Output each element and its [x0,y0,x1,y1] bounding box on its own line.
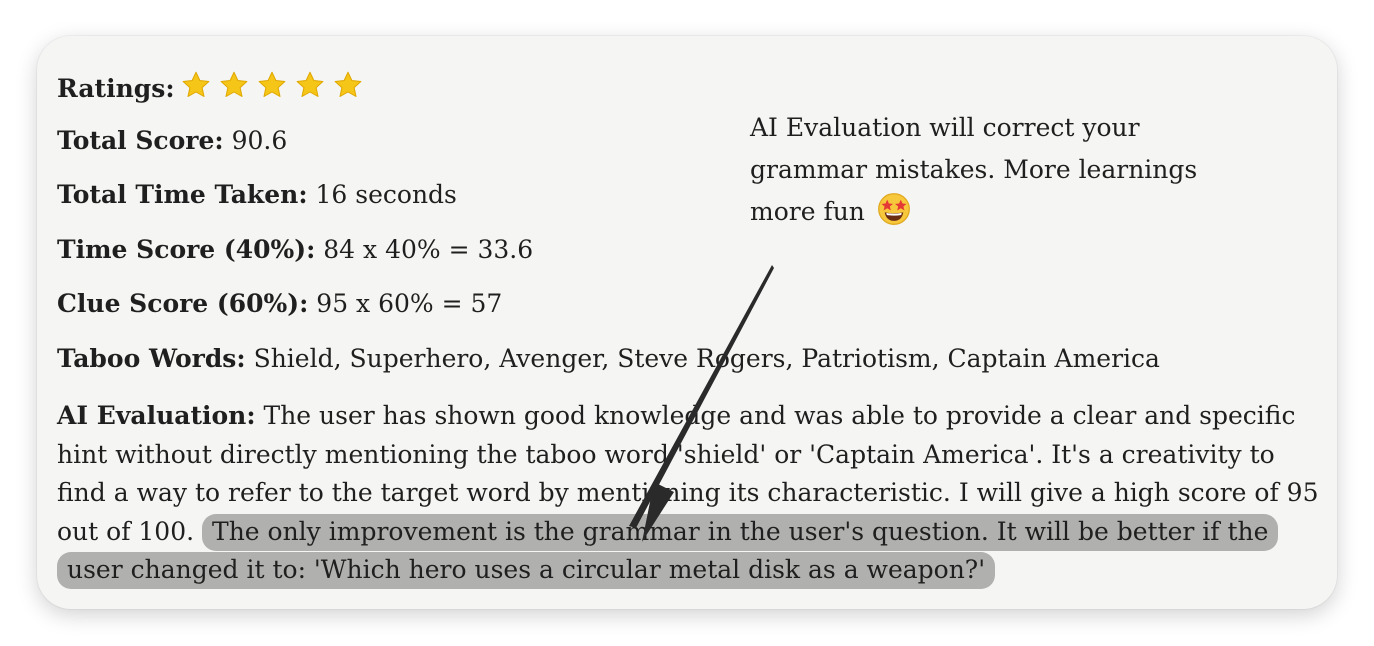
taboo-words-row: Taboo Words: Shield, Superhero, Avenger,… [57,343,1160,375]
annotation-text: AI Evaluation will correct your grammar … [750,113,1198,226]
clue-score-label: Clue Score (60%): [57,289,309,318]
star-icon [296,71,323,97]
taboo-words-value: Shield, Superhero, Avenger, Steve Rogers… [253,344,1160,373]
taboo-words-label: Taboo Words: [57,344,246,373]
total-time-value: 16 seconds [315,180,457,209]
time-score-label: Time Score (40%): [57,235,316,264]
total-time-row: Total Time Taken: 16 seconds [57,179,457,211]
total-score-value: 90.6 [231,126,288,155]
clue-score-value: 95 x 60% = 57 [316,289,503,318]
total-score-row: Total Score: 90.6 [57,125,287,157]
star-icon [258,71,285,97]
star-icon [220,71,247,97]
time-score-row: Time Score (40%): 84 x 40% = 33.6 [57,234,533,266]
star-struck-emoji-icon [877,193,910,225]
ratings-label: Ratings: [57,74,175,103]
total-score-label: Total Score: [57,126,224,155]
results-card: Ratings: Total Score: 90.6 Total Time Ta… [37,36,1337,609]
annotation-callout: AI Evaluation will correct your grammar … [750,107,1250,233]
ratings-row: Ratings: [57,70,371,108]
ai-evaluation-paragraph: AI Evaluation: The user has shown good k… [57,397,1319,590]
total-time-label: Total Time Taken: [57,180,308,209]
time-score-value: 84 x 40% = 33.6 [323,235,534,264]
grammar-correction-highlight: The only improvement is the grammar in t… [57,513,1279,589]
ai-evaluation-label: AI Evaluation: [57,401,256,430]
star-icon [182,71,209,97]
star-rating [181,70,371,108]
clue-score-row: Clue Score (60%): 95 x 60% = 57 [57,288,502,320]
star-icon [334,71,361,97]
